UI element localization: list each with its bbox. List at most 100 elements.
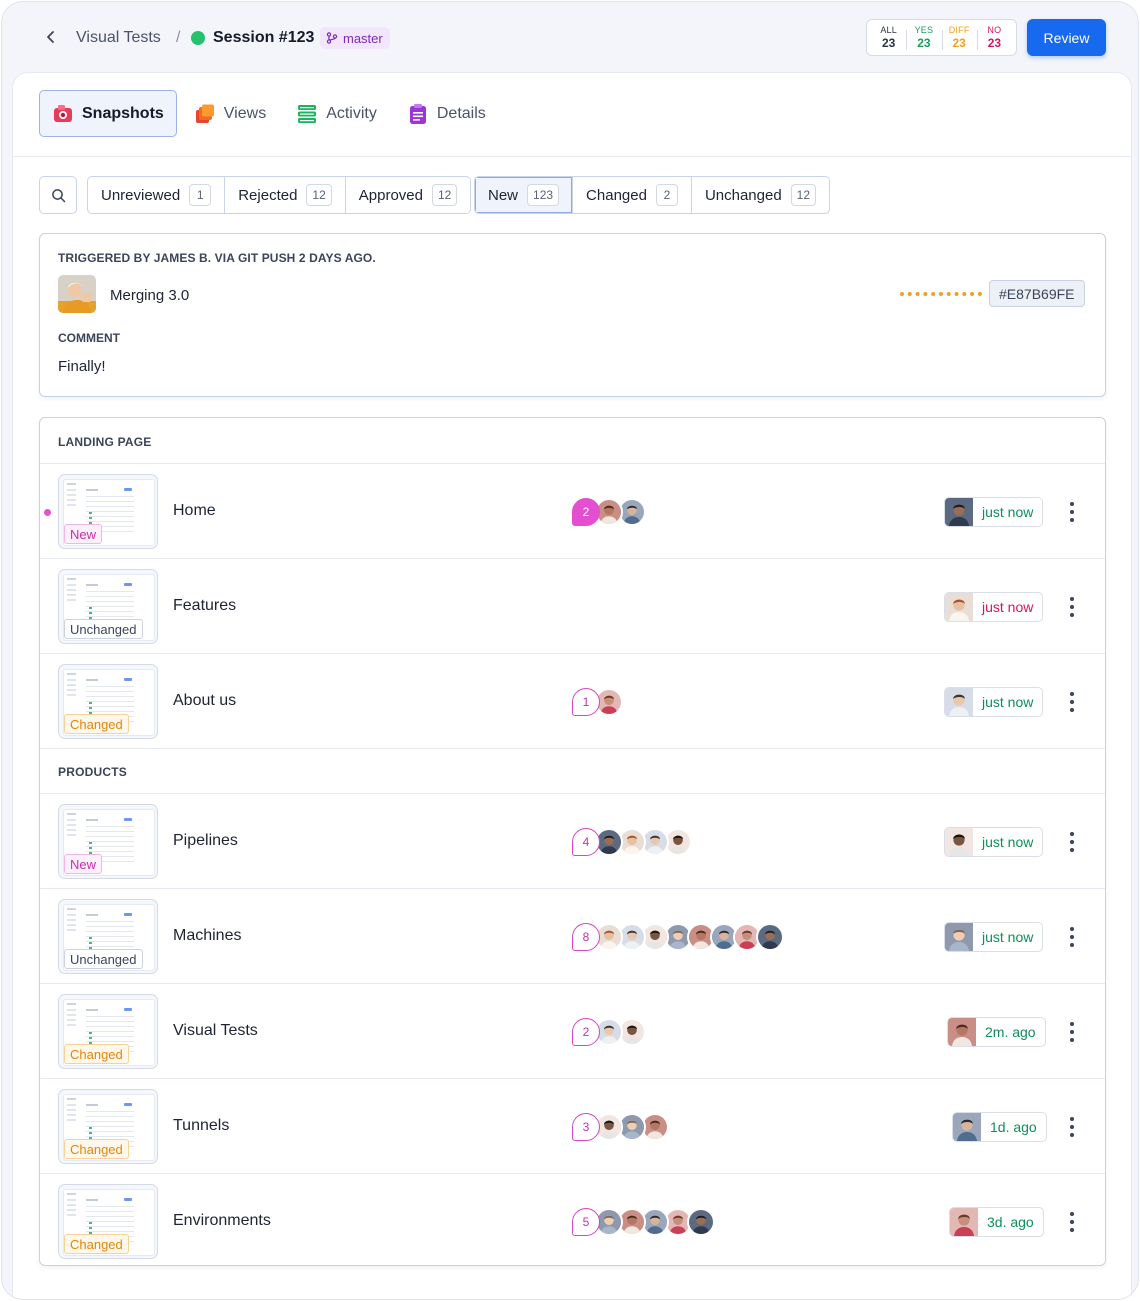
commit-hash[interactable]: #E87B69FE [989,280,1085,307]
last-updated[interactable]: just now [944,687,1044,717]
filter-count: 1 [189,184,212,206]
author-avatar [58,275,96,313]
snapshot-thumbnail[interactable]: New [58,474,158,549]
trigger-text: TRIGGERED BY JAMES B. VIA GIT PUSH 2 DAY… [58,251,376,265]
more-options-icon[interactable] [1062,499,1082,525]
status-badge: Changed [64,1234,129,1254]
filter-count: 2 [655,184,678,206]
count-value: 23 [952,35,966,50]
last-updated-time: just now [982,599,1034,615]
tab-activity[interactable]: Activity [283,90,390,137]
reviewer-avatar [756,923,784,951]
tab-views[interactable]: Views [181,90,279,137]
filter-count: 12 [432,184,458,206]
review-filter-group: Unreviewed 1 Rejected 12 Approved 12 [87,176,472,214]
snapshot-row[interactable]: New Pipelines 4 just now [40,794,1105,888]
filter-changed[interactable]: Changed 2 [573,177,692,213]
comment-count-bubble: 3 [572,1113,600,1141]
snapshot-thumbnail[interactable]: Changed [58,664,158,739]
comment-count-bubble: 5 [572,1208,600,1236]
git-branch-icon [326,32,338,44]
count-no: NO 23 [976,25,1012,51]
reviewer-stack[interactable]: 2 [572,498,646,526]
breadcrumb-visual-tests[interactable]: Visual Tests [76,28,161,48]
last-updated[interactable]: 1d. ago [952,1112,1047,1142]
snapshot-name: Tunnels [173,1117,230,1134]
snapshot-row[interactable]: Changed Environments 5 3d. ago [40,1174,1105,1268]
section-title: LANDING PAGE [58,435,152,449]
snapshot-name: Environments [173,1212,271,1229]
updater-avatar [945,923,973,951]
reviewer-stack[interactable]: 5 [572,1208,715,1236]
last-updated-time: 2m. ago [985,1024,1036,1040]
snapshot-thumbnail[interactable]: Unchanged [58,899,158,974]
reviewer-stack[interactable]: 2 [572,1018,646,1046]
camera-icon [52,103,74,125]
search-button[interactable] [39,176,77,214]
database-icon [296,103,318,125]
breadcrumb-separator: / [176,29,181,46]
last-updated[interactable]: just now [944,592,1044,622]
updater-avatar [948,1018,976,1046]
reviewer-stack[interactable]: 1 [572,688,623,716]
snapshot-thumbnail[interactable]: Changed [58,994,158,1069]
last-updated-time: just now [982,834,1034,850]
comment-count-bubble: 2 [572,1018,600,1046]
more-options-icon[interactable] [1062,1019,1082,1045]
filter-rejected[interactable]: Rejected 12 [225,177,346,213]
filter-count: 12 [306,184,332,206]
filter-label: New [488,186,519,204]
tab-details[interactable]: Details [394,90,499,137]
filter-new[interactable]: New 123 [475,177,574,213]
updater-avatar [953,1113,981,1141]
updater-avatar [945,593,973,621]
more-options-icon[interactable] [1062,1209,1082,1235]
last-updated[interactable]: 3d. ago [949,1207,1044,1237]
reviewer-stack[interactable]: 4 [572,828,692,856]
filter-label: Unchanged [704,186,782,204]
last-updated-time: just now [982,694,1034,710]
updater-avatar [945,688,973,716]
last-updated[interactable]: just now [944,827,1044,857]
snapshot-row[interactable]: Changed About us 1 just now [40,654,1105,748]
more-options-icon[interactable] [1062,924,1082,950]
filter-approved[interactable]: Approved 12 [346,177,471,213]
snapshot-thumbnail[interactable]: Changed [58,1089,158,1164]
more-options-icon[interactable] [1062,689,1082,715]
filter-unreviewed[interactable]: Unreviewed 1 [88,177,226,213]
back-button[interactable] [38,24,64,50]
snapshot-row[interactable]: New Home 2 just now [40,464,1105,558]
snapshot-name: Pipelines [173,832,238,849]
tab-label: Details [436,104,486,122]
page-title: Session #123 [213,29,315,46]
status-badge: New [64,854,103,874]
filter-label: Unreviewed [101,186,181,204]
more-options-icon[interactable] [1062,1114,1082,1140]
tab-snapshots[interactable]: Snapshots [39,90,177,137]
last-updated[interactable]: just now [944,922,1044,952]
snapshot-name: Visual Tests [173,1022,258,1039]
snapshot-thumbnail[interactable]: Changed [58,1184,158,1259]
review-button[interactable]: Review [1027,19,1106,56]
snapshot-row[interactable]: Changed Visual Tests 2 2m. ago [40,984,1105,1078]
snapshot-thumbnail[interactable]: New [58,804,158,879]
snapshot-row[interactable]: Changed Tunnels 3 1d. ago [40,1079,1105,1173]
build-info-card: TRIGGERED BY JAMES B. VIA GIT PUSH 2 DAY… [39,233,1106,397]
more-options-icon[interactable] [1062,594,1082,620]
more-options-icon[interactable] [1062,829,1082,855]
count-yes: YES 23 [906,25,941,51]
snapshot-name: Machines [173,927,242,944]
reviewer-stack[interactable]: 8 [572,923,784,951]
tab-label: Views [223,104,267,122]
comment-label: COMMENT [58,331,120,345]
snapshot-row[interactable]: Unchanged Machines 8 just now [40,889,1105,983]
filter-unchanged[interactable]: Unchanged 12 [692,177,829,213]
section-title: PRODUCTS [58,765,127,779]
review-counts: ALL 23 YES 23 DIFF 23 NO 23 [866,19,1017,56]
snapshot-thumbnail[interactable]: Unchanged [58,569,158,644]
snapshot-row[interactable]: Unchanged Features just now [40,559,1105,653]
last-updated[interactable]: just now [944,497,1044,527]
last-updated[interactable]: 2m. ago [947,1017,1046,1047]
branch-badge[interactable]: master [320,27,390,49]
reviewer-stack[interactable]: 3 [572,1113,669,1141]
